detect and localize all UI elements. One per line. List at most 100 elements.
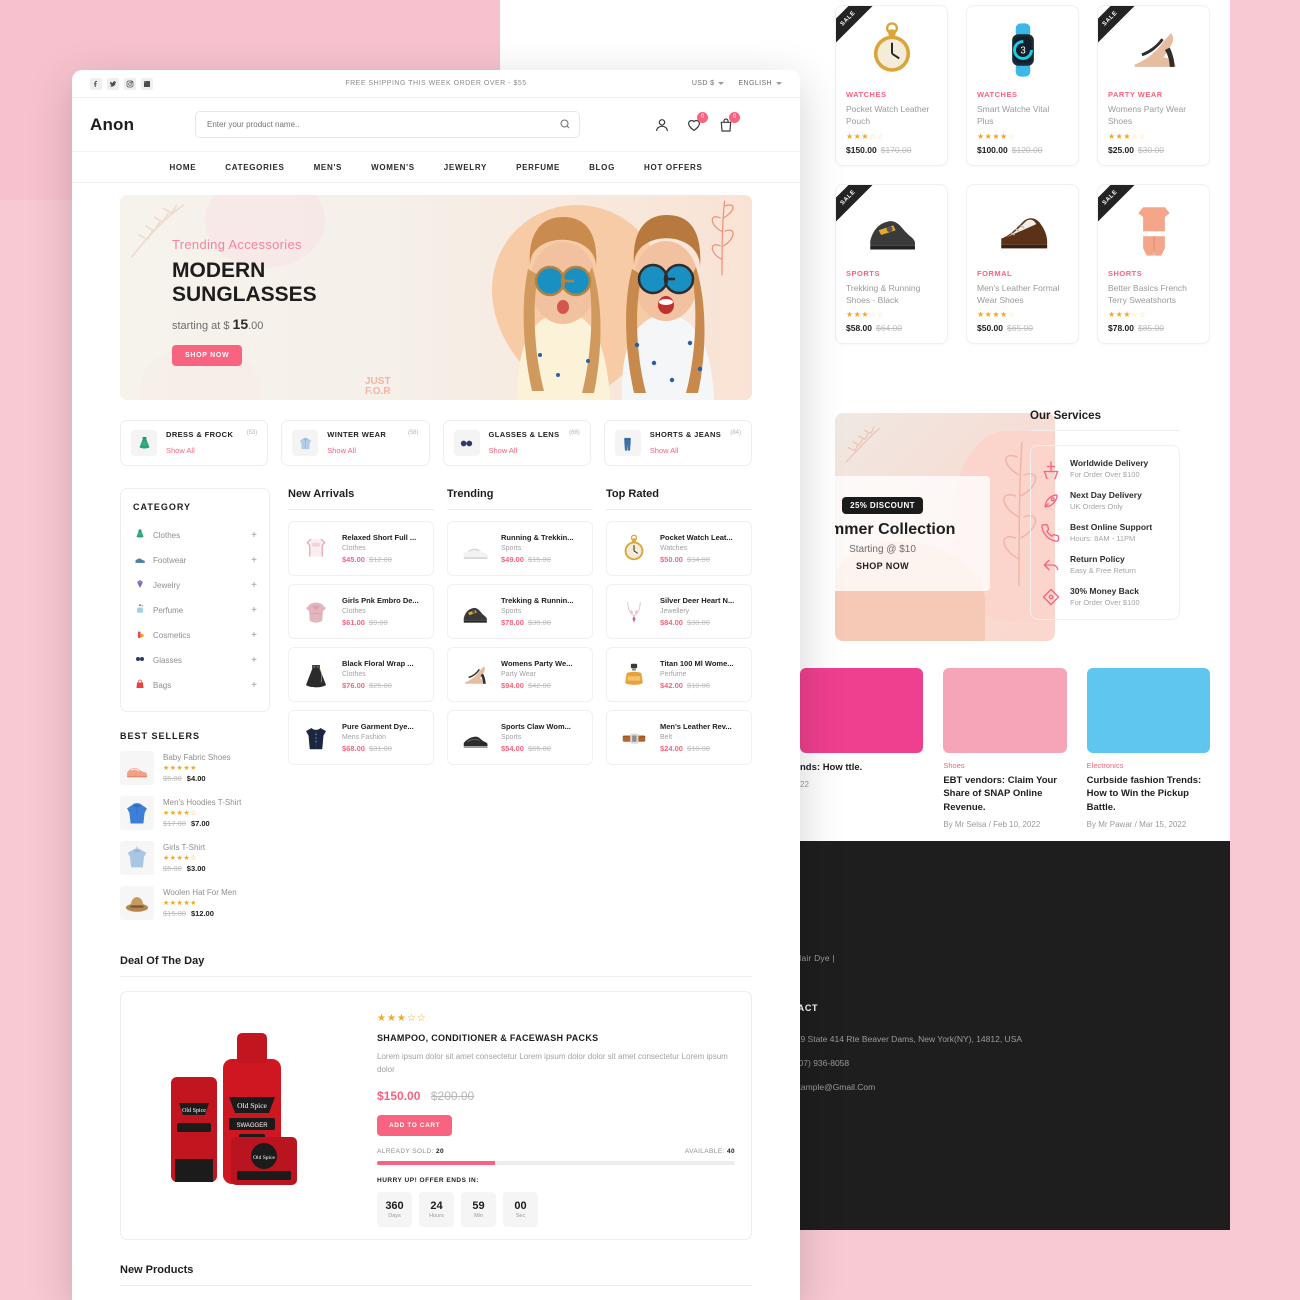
mini-product-card[interactable]: Trekking & Runnin... Sports $78.00 $36.00 [447, 584, 593, 639]
wishlist-icon[interactable]: 0 [686, 111, 708, 133]
sidebar-category-bags[interactable]: Bags + [133, 673, 257, 698]
mini-product-pricing: $68.00 $31.00 [342, 744, 392, 753]
expand-icon[interactable]: + [251, 655, 257, 666]
expand-icon[interactable]: + [251, 530, 257, 541]
sidebar-category-cosmetics[interactable]: Cosmetics + [133, 623, 257, 648]
mini-product-pricing: $76.00 $25.00 [342, 681, 392, 690]
blog-card[interactable]: Shoes EBT vendors: Claim Your Share of S… [943, 668, 1067, 829]
expand-icon[interactable]: + [251, 555, 257, 566]
site-logo[interactable]: Anon [90, 115, 195, 135]
search-icon[interactable] [559, 118, 571, 130]
hero-title-line1: MODERN [172, 259, 266, 282]
mini-product-thumbnail [615, 530, 652, 567]
twitter-icon[interactable] [107, 77, 119, 90]
category-tile[interactable]: SHORTS & JEANS (84) Show All [603, 420, 752, 466]
countdown-timer: 360 Days 24 Hours 59 Min 00 Sec [377, 1192, 735, 1228]
product-card[interactable]: FORMAL Men's Leather Formal Wear Shoes ★… [966, 183, 1079, 345]
language-selector[interactable]: ENGLISH [738, 80, 782, 87]
product-card[interactable]: SALE SPORTS Trekking & Running Shoes - B… [835, 183, 948, 345]
service-subtitle: For Order Over $100 [1070, 470, 1140, 479]
expand-icon[interactable]: + [251, 680, 257, 691]
stock-row: ALREADY SOLD: 20 AVAILABLE: 40 [377, 1148, 735, 1155]
summer-banner-title: Summer Collection [835, 520, 956, 538]
mini-product-card[interactable]: Silver Deer Heart N... Jewellery $84.00 $… [606, 584, 752, 639]
summer-shop-now-button[interactable]: SHOP NOW [856, 561, 909, 571]
mini-product-card[interactable]: Men's Leather Rev... Belt $24.00 $10.00 [606, 710, 752, 765]
search-input[interactable] [195, 111, 580, 138]
footer-phone[interactable]: (607) 936-8058 [770, 1057, 1230, 1071]
instagram-icon[interactable] [124, 77, 136, 90]
nav-item-categories[interactable]: CATEGORIES [225, 163, 284, 172]
mini-product-card[interactable]: Pure Garment Dye... Mens Fashion $68.00 $… [288, 710, 434, 765]
product-card[interactable]: SALE PARTY WEAR Womens Party Wear Shoes … [1097, 5, 1210, 166]
sidebar-category-jewelry[interactable]: Jewelry + [133, 573, 257, 598]
hero-shop-now-button[interactable]: SHOP NOW [172, 345, 243, 367]
nav-item-perfume[interactable]: PERFUME [516, 163, 560, 172]
mini-product-card[interactable]: Running & Trekkin... Sports $49.00 $15.00 [447, 521, 593, 576]
main-content: CATEGORY Clothes + Footwear + Jewelry + … [120, 488, 752, 931]
blog-card[interactable]: nds: How ttle. 22 [800, 668, 924, 829]
ship-icon [1043, 461, 1059, 479]
sidebar-category-perfume[interactable]: Perfume + [133, 598, 257, 623]
category-show-all-link[interactable]: Show All [650, 446, 741, 455]
blog-card[interactable]: Electronics Curbside fashion Trends: How… [1086, 668, 1210, 829]
mini-product-thumbnail [615, 656, 652, 693]
facebook-icon[interactable] [90, 77, 102, 90]
account-icon[interactable] [654, 117, 670, 133]
linkedin-icon[interactable] [141, 77, 153, 90]
footer-email[interactable]: Example@Gmail.Com [770, 1081, 1230, 1095]
mini-product-card[interactable]: Relaxed Short Full ... Clothes $45.00 $12… [288, 521, 434, 576]
nav-item-jewelry[interactable]: JEWELRY [444, 163, 487, 172]
nav-item-hot-offers[interactable]: HOT OFFERS [644, 163, 703, 172]
sidebar-category-glasses[interactable]: Glasses + [133, 648, 257, 673]
expand-icon[interactable]: + [251, 605, 257, 616]
mini-product-card[interactable]: Pocket Watch Leat... Watches $50.00 $34.0… [606, 521, 752, 576]
mini-product-card[interactable]: Girls Pnk Embro De... Clothes $61.00 $9.0… [288, 584, 434, 639]
mini-product-thumbnail [297, 530, 334, 567]
currency-selector[interactable]: USD $ [692, 80, 725, 87]
summer-collection-banner[interactable]: 25% DISCOUNT Summer Collection Starting … [835, 413, 1055, 641]
product-rating: ★★★☆☆ [1108, 310, 1147, 320]
nav-item-blog[interactable]: BLOG [589, 163, 615, 172]
best-seller-item[interactable]: Woolen Hat For Men ★★★★★ $15.00 $12.00 [120, 886, 270, 920]
mini-product-card[interactable]: Black Floral Wrap ... Clothes $76.00 $25.… [288, 647, 434, 702]
sidebar-category-clothes[interactable]: Clothes + [133, 523, 257, 548]
best-seller-item[interactable]: Men's Hoodies T-Shirt ★★★★☆ $17.00 $7.00 [120, 796, 270, 830]
hero-banner[interactable]: Trending Accessories MODERN SUNGLASSES s… [120, 195, 752, 400]
nav-item-men-s[interactable]: MEN'S [314, 163, 343, 172]
product-column: Top Rated Pocket Watch Leat... Watches $… [606, 488, 752, 931]
best-seller-name: Girls T-Shirt [163, 843, 206, 852]
category-tile[interactable]: WINTER WEAR (58) Show All [281, 420, 430, 466]
mini-product-name: Black Floral Wrap ... [342, 659, 414, 668]
nav-item-home[interactable]: HOME [169, 163, 196, 172]
product-card[interactable]: SALE SHORTS Better Basics French Terry S… [1097, 183, 1210, 345]
category-tile[interactable]: DRESS & FROCK (53) Show All [120, 420, 269, 466]
product-name: Trekking & Running Shoes - Black [846, 282, 921, 305]
product-card[interactable]: SALE WATCHES Pocket Watch Leather Pouch … [835, 5, 948, 166]
mini-product-pricing: $94.00 $42.00 [501, 681, 551, 690]
nav-item-women-s[interactable]: WOMEN'S [371, 163, 415, 172]
best-seller-item[interactable]: Baby Fabric Shoes ★★★★★ $5.00 $4.00 [120, 751, 270, 785]
mini-product-pricing: $84.00 $30.00 [660, 618, 710, 627]
category-show-all-link[interactable]: Show All [489, 446, 580, 455]
sidebar-category-footwear[interactable]: Footwear + [133, 548, 257, 573]
mini-product-card[interactable]: Titan 100 Ml Wome... Perfume $42.00 $10.0… [606, 647, 752, 702]
service-title: Best Online Support [1070, 522, 1153, 532]
category-show-all-link[interactable]: Show All [166, 446, 257, 455]
add-to-cart-button[interactable]: ADD TO CART [377, 1115, 453, 1137]
mini-product-card[interactable]: Womens Party We... Party Wear $94.00 $42.… [447, 647, 593, 702]
product-name: Better Basics French Terry Sweatshorts [1108, 282, 1187, 305]
svg-text:SWAGGER: SWAGGER [236, 1123, 268, 1129]
expand-icon[interactable]: + [251, 580, 257, 591]
mini-product-category: Mens Fashion [342, 734, 386, 741]
cart-icon[interactable]: 0 [718, 111, 740, 133]
best-seller-item[interactable]: Girls T-Shirt ★★★★☆ $5.00 $3.00 [120, 841, 270, 875]
category-show-all-link[interactable]: Show All [327, 446, 418, 455]
expand-icon[interactable]: + [251, 630, 257, 641]
mini-product-name: Womens Party We... [501, 659, 573, 668]
category-tile-icon [614, 430, 641, 456]
mini-product-card[interactable]: Sports Claw Wom... Sports $54.00 $65.00 [447, 710, 593, 765]
product-card[interactable]: 3 WATCHES Smart Watche Vital Plus ★★★★☆ … [966, 5, 1079, 166]
shampoo-pack-illustration: Old Spice Old Spice SWAGGER 2+1 Old Spic… [171, 1033, 297, 1185]
category-tile[interactable]: GLASSES & LENS (68) Show All [442, 420, 591, 466]
